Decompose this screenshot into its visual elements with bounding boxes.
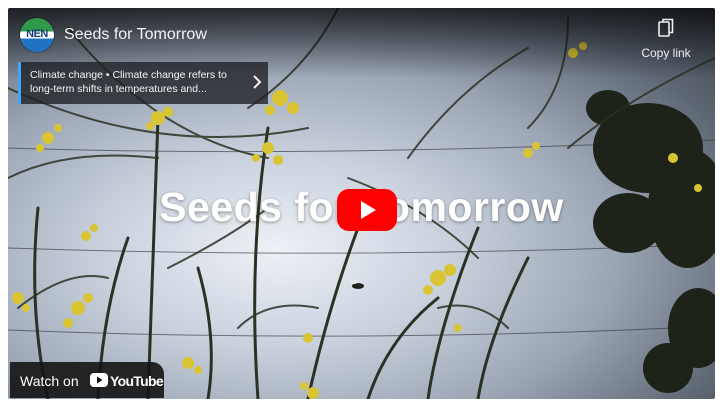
play-icon xyxy=(337,189,397,231)
youtube-wordmark: YouTube xyxy=(110,373,164,389)
copy-link-button[interactable]: Copy link xyxy=(631,18,701,62)
video-player[interactable]: NEN Seeds for Tomorrow Copy link Climate… xyxy=(8,8,715,399)
channel-logo-text: NEN xyxy=(26,28,48,40)
copy-icon xyxy=(658,18,674,37)
chevron-right-icon xyxy=(253,75,262,89)
watch-on-youtube-button[interactable]: Watch on YouTube xyxy=(10,362,164,398)
copy-link-label: Copy link xyxy=(641,46,691,60)
channel-logo[interactable]: NEN xyxy=(20,18,54,52)
video-title[interactable]: Seeds for Tomorrow xyxy=(64,26,207,44)
info-card[interactable]: Climate change • Climate change refers t… xyxy=(18,62,268,104)
youtube-logo-icon xyxy=(90,373,108,387)
play-button[interactable] xyxy=(337,189,397,231)
info-card-text: Climate change • Climate change refers t… xyxy=(30,69,227,95)
watch-on-label: Watch on xyxy=(20,373,79,389)
